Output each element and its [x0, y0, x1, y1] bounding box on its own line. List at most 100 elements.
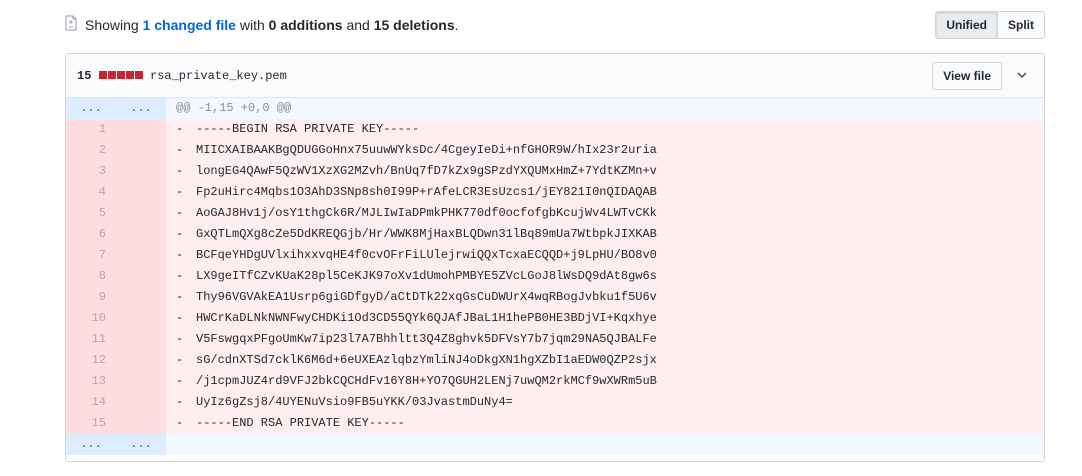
- expand-up-button[interactable]: ...: [66, 98, 116, 119]
- old-line-number[interactable]: 1: [66, 119, 116, 140]
- deleted-line-row: 14 - UyIz6gZsj8/4UYENuVsio9FB5uYKK/03Jvast…: [66, 392, 1044, 413]
- old-line-number[interactable]: 15: [66, 413, 116, 434]
- line-content: - HWCrKaDLNkNWNFwyCHDKi1Od3CD55QYk6QJAfJB…: [166, 308, 1044, 329]
- line-content: - sG/cdnXTSd7cklK6M6d+6eUXEAzlqbzYmliNJ4o…: [166, 350, 1044, 371]
- hunk-footer-row: ......: [66, 434, 1044, 455]
- diff-table: ... ... @@ -1,15 +0,0 @@ 1- -----BEGIN RS…: [66, 98, 1044, 455]
- line-text: HWCrKaDLNkNWNFwyCHDKi1Od3CD55QYk6QJAfJBa…: [196, 311, 657, 325]
- changed-files-link[interactable]: 1 changed file: [143, 17, 236, 33]
- deletion-marker: -: [176, 164, 184, 178]
- new-line-number[interactable]: [116, 224, 166, 245]
- deletion-marker: -: [176, 227, 184, 241]
- line-content: - -----END RSA PRIVATE KEY-----: [166, 413, 1044, 434]
- line-text: -----BEGIN RSA PRIVATE KEY-----: [196, 122, 420, 136]
- old-line-number[interactable]: 14: [66, 392, 116, 413]
- view-file-button[interactable]: View file: [932, 62, 1002, 90]
- deleted-line-row: 8 - LX9geITfCZvKUaK28pl5CeKJK97oXv1dUmohPM…: [66, 266, 1044, 287]
- line-text: Thy96VGVAkEA1Usrp6giGDfgyD/aCtDTk22xqGsC…: [196, 290, 657, 304]
- diff-view-toggle: Unified Split: [935, 11, 1045, 39]
- line-text: AoGAJ8Hv1j/osY1thgCk6R/MJLIwIaDPmkPHK770…: [196, 206, 657, 220]
- split-button[interactable]: Split: [998, 11, 1045, 39]
- line-text: LX9geITfCZvKUaK28pl5CeKJK97oXv1dUmohPMBY…: [196, 269, 657, 283]
- line-text: UyIz6gZsj8/4UYENuVsio9FB5uYKK/03JvastmDu…: [196, 395, 513, 409]
- deletion-marker: -: [176, 290, 184, 304]
- old-line-number[interactable]: 2: [66, 140, 116, 161]
- line-text: longEG4QAwF5QzWV1XzXG2MZvh/BnUq7fD7kZx9g…: [196, 164, 657, 178]
- hunk-footer: [166, 434, 1044, 455]
- line-content: - longEG4QAwF5QzWV1XzXG2MZvh/BnUq7fD7kZx9…: [166, 161, 1044, 182]
- diff-toolbar: Showing 1 changed file with 0 additions …: [65, 11, 1045, 39]
- deleted-line-row: 12 - sG/cdnXTSd7cklK6M6d+6eUXEAzlqbzYmliNJ…: [66, 350, 1044, 371]
- old-line-number[interactable]: 9: [66, 287, 116, 308]
- deleted-line-row: 3 - longEG4QAwF5QzWV1XzXG2MZvh/BnUq7fD7kZx…: [66, 161, 1044, 182]
- diffstat-block: [135, 71, 143, 79]
- line-content: - UyIz6gZsj8/4UYENuVsio9FB5uYKK/03JvastmD…: [166, 392, 1044, 413]
- old-line-number[interactable]: 3: [66, 161, 116, 182]
- diffstat-count: 15: [77, 69, 92, 83]
- line-text: V5FswgqxPFgoUmKw7ip23l7A7Bhhltt3Q4Z8ghvk…: [196, 332, 657, 346]
- chevron-down-icon[interactable]: [1016, 69, 1028, 81]
- old-line-number[interactable]: 7: [66, 245, 116, 266]
- expand-up-button-right[interactable]: ...: [116, 98, 166, 119]
- deleted-line-row: 7 - BCFqeYHDgUVlxihxxvqHE4f0cvOFrFiLUlejrw…: [66, 245, 1044, 266]
- deleted-line-row: 1 - -----BEGIN RSA PRIVATE KEY-----: [66, 119, 1044, 140]
- old-line-number[interactable]: 11: [66, 329, 116, 350]
- deleted-line-row: 6 - GxQTLmQXg8cZe5DdKREQGjb/Hr/WWK8MjHaxBL…: [66, 224, 1044, 245]
- deletion-marker: -: [176, 269, 184, 283]
- deletion-marker: -: [176, 353, 184, 367]
- file-diff: 15 rsa_private_key.pem View file ... ...…: [65, 53, 1045, 462]
- file-header: 15 rsa_private_key.pem View file: [66, 54, 1044, 98]
- diffstat-block: [117, 71, 125, 79]
- new-line-number[interactable]: [116, 161, 166, 182]
- deleted-line-row: 2 - MIICXAIBAAKBgQDUGGoHnx75uuwWYksDc/4Cge…: [66, 140, 1044, 161]
- new-line-number[interactable]: [116, 203, 166, 224]
- new-line-number[interactable]: [116, 182, 166, 203]
- line-content: - -----BEGIN RSA PRIVATE KEY-----: [166, 119, 1044, 140]
- new-line-number[interactable]: [116, 140, 166, 161]
- diff-summary: Showing 1 changed file with 0 additions …: [85, 16, 459, 34]
- expand-down-button[interactable]: ...: [66, 434, 116, 455]
- old-line-number[interactable]: 4: [66, 182, 116, 203]
- old-line-number[interactable]: 6: [66, 224, 116, 245]
- hunk-header: @@ -1,15 +0,0 @@: [166, 98, 1044, 119]
- deletion-marker: -: [176, 311, 184, 325]
- line-content: - LX9geITfCZvKUaK28pl5CeKJK97oXv1dUmohPMB…: [166, 266, 1044, 287]
- line-content: - V5FswgqxPFgoUmKw7ip23l7A7Bhhltt3Q4Z8ghv…: [166, 329, 1044, 350]
- old-line-number[interactable]: 10: [66, 308, 116, 329]
- line-text: BCFqeYHDgUVlxihxxvqHE4f0cvOFrFiLUlejrwiQ…: [196, 248, 657, 262]
- line-content: - GxQTLmQXg8cZe5DdKREQGjb/Hr/WWK8MjHaxBLQ…: [166, 224, 1044, 245]
- new-line-number[interactable]: [116, 266, 166, 287]
- deleted-line-row: 9 - Thy96VGVAkEA1Usrp6giGDfgyD/aCtDTk22xqG…: [66, 287, 1044, 308]
- line-content: - AoGAJ8Hv1j/osY1thgCk6R/MJLIwIaDPmkPHK77…: [166, 203, 1044, 224]
- expand-down-button-right[interactable]: ...: [116, 434, 166, 455]
- new-line-number[interactable]: [116, 329, 166, 350]
- diffstat-bar: [99, 71, 143, 79]
- unified-button[interactable]: Unified: [935, 11, 998, 39]
- old-line-number[interactable]: 8: [66, 266, 116, 287]
- old-line-number[interactable]: 13: [66, 371, 116, 392]
- deleted-line-row: 4 - Fp2uHirc4Mqbs1O3AhD3SNp8sh0I99P+rAfeLC…: [66, 182, 1044, 203]
- new-line-number[interactable]: [116, 287, 166, 308]
- new-line-number[interactable]: [116, 245, 166, 266]
- line-content: -/j1cpmJUZ4rd9VFJ2bkCQCHdFv16Y8H+YO7QGUH…: [166, 371, 1044, 392]
- new-line-number[interactable]: [116, 350, 166, 371]
- new-line-number[interactable]: [116, 392, 166, 413]
- line-text: MIICXAIBAAKBgQDUGGoHnx75uuwWYksDc/4CgeyI…: [196, 143, 657, 157]
- deletion-marker: -: [176, 143, 184, 157]
- deletion-marker: -: [176, 332, 184, 346]
- summary-and: and: [346, 17, 370, 33]
- deletion-marker: -: [176, 185, 184, 199]
- old-line-number[interactable]: 12: [66, 350, 116, 371]
- deletion-marker: -: [176, 395, 184, 409]
- line-text: -----END RSA PRIVATE KEY-----: [196, 416, 405, 430]
- additions-count: 0 additions: [268, 17, 343, 33]
- new-line-number[interactable]: [116, 413, 166, 434]
- new-line-number[interactable]: [116, 308, 166, 329]
- file-name[interactable]: rsa_private_key.pem: [150, 69, 287, 83]
- deleted-line-row: 15 - -----END RSA PRIVATE KEY-----: [66, 413, 1044, 434]
- new-line-number[interactable]: [116, 371, 166, 392]
- line-text: /j1cpmJUZ4rd9VFJ2bkCQCHdFv16Y8H+YO7QGUH2…: [196, 374, 657, 388]
- deleted-line-row: 5 - AoGAJ8Hv1j/osY1thgCk6R/MJLIwIaDPmkPHK7…: [66, 203, 1044, 224]
- old-line-number[interactable]: 5: [66, 203, 116, 224]
- new-line-number[interactable]: [116, 119, 166, 140]
